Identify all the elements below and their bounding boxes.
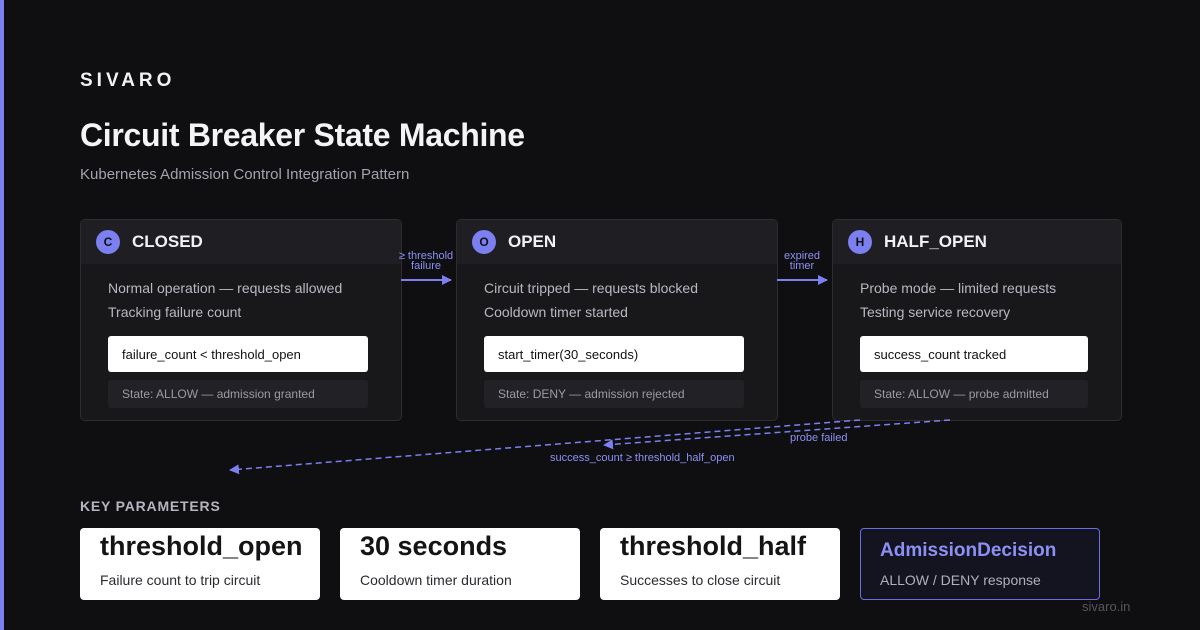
arrow-half-open-to-closed (229, 419, 861, 475)
param-description: Successes to close circuit (620, 572, 781, 588)
param-description: Failure count to trip circuit (100, 572, 261, 588)
param-title: AdmissionDecision (880, 540, 1057, 561)
key-parameters-heading: KEY PARAMETERS (80, 498, 221, 514)
param-card: threshold_half Successes to close circui… (600, 528, 840, 600)
footer-url: sivaro.in (1082, 599, 1131, 614)
param-card: 30 seconds Cooldown timer duration (340, 528, 580, 600)
param-title: threshold_open (100, 531, 303, 561)
param-description: Cooldown timer duration (360, 572, 512, 588)
param-title: 30 seconds (360, 531, 508, 561)
param-title: threshold_half (620, 531, 807, 561)
transition-label-open-half: expired timer (783, 250, 821, 272)
transition-label-closed-open: ≥ threshold failure (398, 250, 454, 272)
arrow-probe-failed (603, 419, 951, 450)
param-description: ALLOW / DENY response (880, 572, 1041, 588)
transition-label-probe-failed: probe failed (790, 432, 848, 444)
param-card: threshold_open Failure count to trip cir… (80, 528, 320, 600)
transition-label-half-closed: success_count ≥ threshold_half_open (550, 452, 735, 464)
param-card-highlighted: AdmissionDecision ALLOW / DENY response (860, 528, 1100, 600)
